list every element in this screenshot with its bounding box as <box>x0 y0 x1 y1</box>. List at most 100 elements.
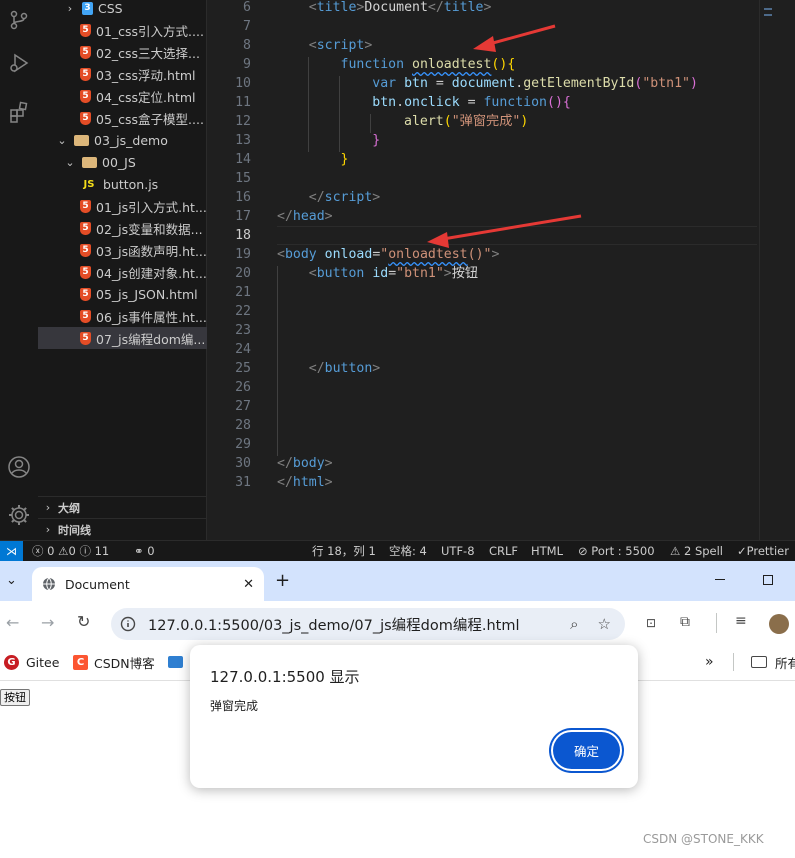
chevron-down-icon: ⌄ <box>57 133 67 147</box>
folder-item[interactable]: ⌄ 03_js_demo <box>38 129 207 151</box>
tab-document[interactable]: Document ✕ <box>32 567 264 601</box>
reload-icon[interactable]: ↻ <box>77 612 90 631</box>
chevron-right-icon: › <box>45 523 51 536</box>
tab-search-chevron-icon[interactable]: ⌄ <box>6 573 17 588</box>
tree-item-label: 04_js创建对象.ht... <box>96 265 207 281</box>
file-item[interactable]: 5 02_js变量和数据... <box>38 217 207 239</box>
html5-file-icon: 5 <box>80 199 91 213</box>
alert-dialog: 127.0.0.1:5500 显示 弹窗完成 确定 <box>190 645 638 788</box>
bookmark-icon <box>168 656 183 668</box>
live-server-port[interactable]: ⊘ Port : 5500 <box>578 541 655 562</box>
tree-item-label: 07_js编程dom编... <box>96 331 206 347</box>
folder-item[interactable]: › 3 CSS <box>38 0 207 19</box>
tab-title: Document <box>65 576 130 592</box>
html5-file-icon: 5 <box>80 243 91 257</box>
tree-item-label: 04_css定位.html <box>96 89 196 105</box>
bookmark-partial[interactable] <box>168 647 183 677</box>
file-item[interactable]: 5 05_css盒子模型.... <box>38 107 207 129</box>
all-bookmarks[interactable]: 所有 <box>751 647 795 677</box>
source-control-icon[interactable] <box>0 0 38 40</box>
profile-avatar[interactable] <box>769 614 789 634</box>
bookmarks-divider <box>733 653 734 671</box>
problems-indicator[interactable]: ⓧ 0 ⚠0 ⓘ 11 <box>32 541 109 562</box>
page-button[interactable]: 按钮 <box>0 689 30 706</box>
file-item[interactable]: 5 05_js_JSON.html <box>38 283 207 305</box>
language-mode[interactable]: HTML <box>531 541 563 562</box>
ports-count: 0 <box>147 544 155 558</box>
dialog-title: 127.0.0.1:5500 显示 <box>210 668 360 686</box>
file-item[interactable]: 5 06_js事件属性.ht... <box>38 305 207 327</box>
end-of-line[interactable]: CRLF <box>489 541 518 562</box>
outline-label: 大纲 <box>58 501 80 515</box>
tree-item-label: 01_js引入方式.ht... <box>96 199 207 215</box>
new-tab-plus-icon[interactable]: + <box>275 570 290 591</box>
folder-icon <box>751 656 767 668</box>
outline-section[interactable]: › 大纲 <box>38 496 207 518</box>
run-debug-icon[interactable] <box>0 43 38 83</box>
file-item[interactable]: 5 01_css引入方式.... <box>38 19 207 41</box>
ports-indicator[interactable]: ⚭ 0 <box>134 541 155 562</box>
site-info-icon[interactable] <box>120 616 136 632</box>
tree-item-label: 00_JS <box>102 154 136 170</box>
file-item[interactable]: JS button.js <box>38 173 207 195</box>
file-item[interactable]: 5 07_js编程dom编... <box>38 327 207 349</box>
back-arrow-icon[interactable]: ← <box>6 613 19 632</box>
chevron-right-icon: › <box>45 501 51 514</box>
spell-check[interactable]: ⚠ 2 Spell <box>670 541 723 562</box>
minimize-icon[interactable] <box>715 579 725 580</box>
address-bar[interactable]: 127.0.0.1:5500/03_js_demo/07_js编程dom编程.h… <box>111 608 625 640</box>
chevron-right-icon: › <box>67 1 73 15</box>
html5-file-icon: 5 <box>80 221 91 235</box>
settings-gear-icon[interactable] <box>0 495 38 535</box>
url-text[interactable]: 127.0.0.1:5500/03_js_demo/07_js编程dom编程.h… <box>148 614 570 635</box>
tree-item-label: button.js <box>103 176 159 192</box>
tree-item-label: 03_js函数声明.ht... <box>96 243 207 259</box>
more-bookmarks-chevron-icon[interactable]: » <box>705 647 714 677</box>
maximize-icon[interactable] <box>763 575 773 585</box>
file-item[interactable]: 5 01_js引入方式.ht... <box>38 195 207 217</box>
status-bar: ⋊ ⓧ 0 ⚠0 ⓘ 11 ⚭ 0 行 18，列 1 空格: 4 UTF-8 C… <box>0 540 795 562</box>
media-queue-icon[interactable]: ≡ <box>735 613 747 629</box>
folder-item[interactable]: ⌄ 00_JS <box>38 151 207 173</box>
html5-file-icon: 5 <box>80 265 91 279</box>
browser-toolbar: ← → ↻ 127.0.0.1:5500/03_js_demo/07_js编程d… <box>0 601 795 647</box>
close-tab-icon[interactable]: ✕ <box>243 577 254 592</box>
warning-icon: ⚠ <box>670 544 681 558</box>
html5-file-icon: 5 <box>80 331 91 345</box>
timeline-section[interactable]: › 时间线 <box>38 518 207 540</box>
translate-icon[interactable]: ⊡ <box>646 616 656 630</box>
tree-item-label: 02_js变量和数据... <box>96 221 203 237</box>
encoding[interactable]: UTF-8 <box>441 541 475 562</box>
account-icon[interactable] <box>0 447 38 487</box>
file-item[interactable]: 5 04_js创建对象.ht... <box>38 261 207 283</box>
globe-icon <box>42 577 56 591</box>
tree-item-label: 05_css盒子模型.... <box>96 111 204 127</box>
html5-file-icon: 5 <box>80 67 91 81</box>
zoom-icon[interactable]: ⌕ <box>570 615 578 633</box>
prettier-status[interactable]: ✓Prettier <box>737 541 789 562</box>
file-item[interactable]: 5 03_css浮动.html <box>38 63 207 85</box>
gitee-icon: G <box>4 654 19 670</box>
bookmark-csdn[interactable]: C CSDN博客 <box>73 647 155 677</box>
extensions-icon[interactable] <box>0 92 38 132</box>
tab-strip: ⌄ Document ✕ + <box>0 561 795 601</box>
file-item[interactable]: 5 02_css三大选择... <box>38 41 207 63</box>
broadcast-icon: ⚭ <box>134 544 144 558</box>
warning-icon: ⚠ <box>58 544 69 558</box>
file-item[interactable]: 5 03_js函数声明.ht... <box>38 239 207 261</box>
cursor-position[interactable]: 行 18，列 1 <box>312 541 376 562</box>
error-count: 0 <box>47 544 55 558</box>
indentation[interactable]: 空格: 4 <box>389 541 427 562</box>
bookmark-star-icon[interactable]: ☆ <box>598 615 611 633</box>
html5-file-icon: 5 <box>80 287 91 301</box>
extensions-puzzle-icon[interactable]: ⧉ <box>680 614 690 630</box>
forward-arrow-icon[interactable]: → <box>41 613 54 632</box>
no-entry-icon: ⊘ <box>578 544 588 558</box>
file-item[interactable]: 5 04_css定位.html <box>38 85 207 107</box>
ok-button[interactable]: 确定 <box>553 732 620 769</box>
remote-indicator-icon[interactable]: ⋊ <box>0 540 23 562</box>
tree-item-label: 06_js事件属性.ht... <box>96 309 207 325</box>
bookmark-gitee[interactable]: G Gitee <box>4 647 59 677</box>
code-editor[interactable]: 6 7 8 9 10 11 12 13 14 15 16 17 18 19 20 21 22 23 24 25 26 27… <box>207 0 795 540</box>
toolbar-divider <box>716 613 717 633</box>
